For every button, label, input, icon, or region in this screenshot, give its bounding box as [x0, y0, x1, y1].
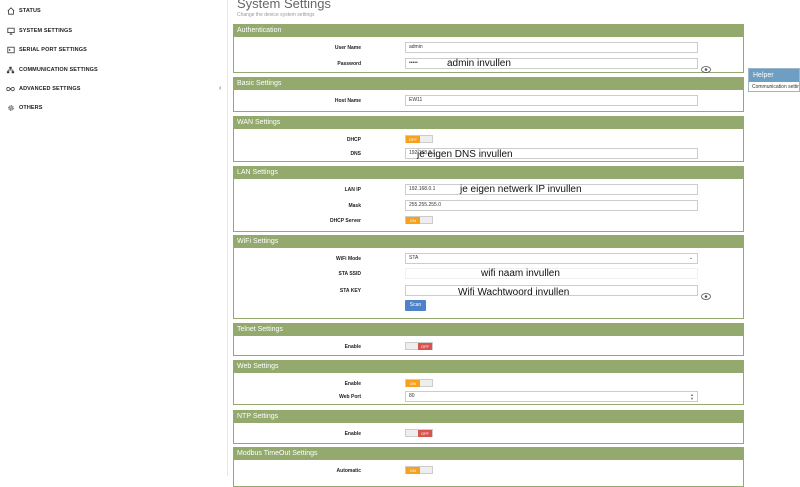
- sidebar-item-label: ADVANCED SETTINGS: [19, 86, 81, 92]
- network-icon: [6, 66, 15, 75]
- user-name-input[interactable]: admin: [405, 42, 698, 53]
- panel-title: Telnet Settings: [234, 324, 743, 336]
- toggle-state: OFF: [418, 343, 432, 350]
- modbus-automatic-label: Automatic: [336, 468, 361, 474]
- telnet-enable-label: Enable: [344, 344, 361, 350]
- home-icon: [6, 7, 15, 16]
- number-spinner-icon[interactable]: ▲ ▼: [690, 393, 694, 401]
- annotation-admin: admin invullen: [447, 58, 511, 69]
- annotation-wifi-password: Wifi Wachtwoord invullen: [458, 287, 570, 298]
- user-name-row: User Name admin: [234, 42, 743, 54]
- sidebar-item-label: SERIAL PORT SETTINGS: [19, 47, 87, 53]
- modbus-automatic-toggle[interactable]: ON: [405, 466, 433, 474]
- ntp-enable-label: Enable: [344, 431, 361, 437]
- panel-title: LAN Settings: [234, 167, 743, 179]
- modbus-automatic-row: Automatic ON: [234, 465, 743, 477]
- toggle-state: ON: [406, 380, 420, 387]
- panel-title: WAN Settings: [234, 117, 743, 129]
- dns-label: DNS: [350, 151, 361, 157]
- user-name-label: User Name: [334, 45, 361, 51]
- sta-key-label: STA KEY: [339, 288, 361, 294]
- web-port-value: 80: [409, 393, 415, 399]
- helper-title[interactable]: Helper: [749, 69, 799, 82]
- password-label: Password: [337, 61, 361, 67]
- sidebar-collapse-toggle[interactable]: ‹: [219, 85, 221, 92]
- main-content: System Settings Change the device system…: [233, 0, 744, 487]
- sidebar-item-others[interactable]: OTHERS: [0, 99, 228, 117]
- helper-panel: Helper Communication setting: [748, 68, 800, 92]
- wifi-mode-value: STA: [409, 255, 419, 261]
- sidebar-item-system-settings[interactable]: SYSTEM SETTINGS: [0, 22, 228, 40]
- sidebar-item-label: COMMUNICATION SETTINGS: [19, 67, 98, 73]
- dhcp-server-row: DHCP Server ON: [234, 215, 743, 227]
- ntp-settings-panel: NTP Settings Enable OFF: [233, 410, 744, 444]
- show-key-eye-icon[interactable]: [701, 287, 711, 300]
- basic-settings-panel: Basic Settings Host Name EW11: [233, 77, 744, 112]
- dhcp-label: DHCP: [346, 137, 361, 143]
- panel-title: Basic Settings: [234, 78, 743, 90]
- gear-icon: [6, 104, 15, 113]
- web-enable-row: Enable ON: [234, 378, 743, 390]
- lan-settings-panel: LAN Settings LAN IP 192.168.0.1 Mask 255…: [233, 166, 744, 232]
- toggle-state: ON: [406, 217, 420, 224]
- show-password-eye-icon[interactable]: [701, 60, 711, 73]
- host-name-label: Host Name: [334, 98, 361, 104]
- sidebar-item-label: STATUS: [19, 8, 41, 14]
- sidebar-item-advanced-settings[interactable]: ADVANCED SETTINGS: [0, 80, 228, 98]
- panel-title: Modbus TimeOut Settings: [234, 448, 743, 460]
- mask-label: Mask: [348, 203, 361, 209]
- sidebar-item-serial-port-settings[interactable]: SERIAL PORT SETTINGS: [0, 41, 228, 59]
- host-name-row: Host Name EW11: [234, 95, 743, 107]
- sidebar-item-status[interactable]: STATUS: [0, 2, 228, 20]
- toggle-state: ON: [406, 467, 420, 474]
- annotation-lan-ip: je eigen netwerk IP invullen: [460, 184, 582, 195]
- dhcp-server-toggle[interactable]: ON: [405, 216, 433, 224]
- web-enable-label: Enable: [344, 381, 361, 387]
- modbus-timeout-panel: Modbus TimeOut Settings Automatic ON: [233, 447, 744, 487]
- infinity-icon: [6, 85, 15, 94]
- lan-ip-label: LAN IP: [344, 187, 361, 193]
- sidebar: STATUS SYSTEM SETTINGS SERIAL PORT SETTI…: [0, 0, 228, 476]
- mask-row: Mask 255.255.255.0: [234, 200, 743, 212]
- dhcp-row: DHCP OFF: [234, 134, 743, 146]
- wifi-mode-select[interactable]: STA ⌄: [405, 253, 698, 264]
- ntp-enable-row: Enable OFF: [234, 428, 743, 440]
- ntp-enable-toggle[interactable]: OFF: [405, 429, 433, 437]
- dhcp-toggle[interactable]: OFF: [405, 135, 433, 143]
- terminal-icon: [6, 46, 15, 55]
- web-port-label: Web Port: [339, 394, 361, 400]
- web-port-row: Web Port 80 ▲ ▼: [234, 391, 743, 403]
- panel-title: NTP Settings: [234, 411, 743, 423]
- page-title: System Settings: [237, 0, 331, 11]
- wifi-mode-row: WiFi Mode STA ⌄: [234, 253, 743, 265]
- helper-body: Communication setting: [752, 84, 799, 90]
- telnet-enable-toggle[interactable]: OFF: [405, 342, 433, 350]
- dhcp-server-label: DHCP Server: [329, 218, 361, 224]
- annotation-dns: je eigen DNS invullen: [417, 149, 513, 160]
- sidebar-item-label: OTHERS: [19, 105, 43, 111]
- page-subtitle: Change the device system settings: [237, 12, 315, 18]
- toggle-state: OFF: [406, 136, 420, 143]
- mask-input[interactable]: 255.255.255.0: [405, 200, 698, 211]
- sidebar-item-label: SYSTEM SETTINGS: [19, 28, 73, 34]
- web-port-input[interactable]: 80 ▲ ▼: [405, 391, 698, 402]
- web-enable-toggle[interactable]: ON: [405, 379, 433, 387]
- telnet-settings-panel: Telnet Settings Enable OFF: [233, 323, 744, 356]
- panel-title: Authentication: [234, 25, 743, 37]
- chevron-down-icon: ⌄: [688, 255, 693, 261]
- sta-ssid-label: STA SSID: [338, 271, 361, 277]
- panel-title: WiFi Settings: [234, 236, 743, 248]
- host-name-input[interactable]: EW11: [405, 95, 698, 106]
- monitor-icon: [6, 27, 15, 36]
- telnet-enable-row: Enable OFF: [234, 341, 743, 353]
- annotation-wifi-name: wifi naam invullen: [481, 268, 560, 279]
- panel-title: Web Settings: [234, 361, 743, 373]
- sidebar-item-communication-settings[interactable]: COMMUNICATION SETTINGS: [0, 61, 228, 79]
- web-settings-panel: Web Settings Enable ON Web Port 80 ▲ ▼: [233, 360, 744, 405]
- wifi-mode-label: WiFi Mode: [336, 256, 361, 262]
- scan-button[interactable]: Scan: [405, 300, 426, 311]
- toggle-state: OFF: [418, 430, 432, 437]
